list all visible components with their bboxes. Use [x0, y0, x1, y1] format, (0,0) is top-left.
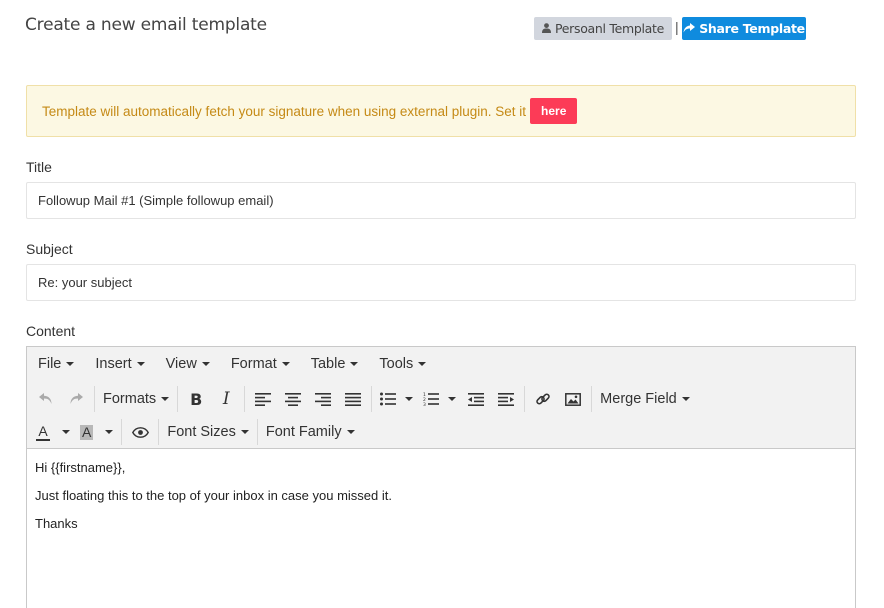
chevron-down-icon [201, 362, 210, 366]
personal-template-button[interactable]: Persoanl Template [534, 17, 672, 40]
share-template-button[interactable]: Share Template [682, 17, 806, 40]
toolbar-divider [371, 386, 373, 412]
personal-template-label: Persoanl Template [554, 21, 665, 36]
content-label: Content [26, 323, 76, 339]
text-color-label: A [38, 422, 48, 439]
editor-toolbar-row-2: A A Font Sizes Font Family [27, 416, 855, 449]
bullet-list-icon[interactable] [375, 384, 418, 414]
outdent-icon[interactable] [461, 384, 491, 414]
menu-file[interactable]: File [38, 356, 75, 372]
toolbar-divider [256, 419, 258, 445]
image-icon[interactable] [558, 384, 588, 414]
menu-table[interactable]: Table [311, 356, 359, 372]
menu-view[interactable]: View [166, 356, 210, 372]
align-left-icon[interactable] [248, 384, 278, 414]
numbered-list-icon[interactable]: 123 [418, 384, 461, 414]
undo-icon[interactable] [31, 384, 61, 414]
preview-eye-icon[interactable] [125, 417, 155, 447]
header-separator: | [675, 19, 679, 35]
content-signoff: Thanks [35, 516, 78, 531]
menu-tools[interactable]: Tools [379, 356, 427, 372]
background-color-button[interactable]: A [75, 417, 118, 447]
merge-field-dropdown[interactable]: Merge Field [595, 384, 695, 414]
toolbar-divider [524, 386, 526, 412]
text-color-swatch [36, 438, 50, 441]
chevron-down-icon [350, 362, 359, 366]
toolbar-divider [591, 386, 593, 412]
title-label: Title [26, 159, 52, 175]
editor-toolbar-row-1: Formats B I 123 Merge Field [27, 382, 855, 416]
editor-content-area[interactable]: Hi {{firstname}}, Just floating this to … [27, 449, 855, 557]
share-icon [683, 21, 696, 36]
redo-icon[interactable] [61, 384, 91, 414]
menu-insert[interactable]: Insert [95, 356, 145, 372]
chevron-down-icon [405, 397, 414, 401]
toolbar-divider [121, 419, 123, 445]
formats-dropdown[interactable]: Formats [98, 384, 174, 414]
chevron-down-icon [66, 362, 75, 366]
background-color-label: A [80, 423, 94, 440]
font-family-dropdown[interactable]: Font Family [261, 417, 360, 447]
toolbar-divider [158, 419, 160, 445]
subject-label: Subject [26, 241, 73, 257]
chevron-down-icon [62, 430, 70, 434]
editor-menubar: File Insert View Format Table Tools [27, 347, 855, 382]
menu-format[interactable]: Format [231, 356, 290, 372]
rich-text-editor: File Insert View Format Table Tools Form… [26, 346, 856, 608]
toolbar-divider [177, 386, 179, 412]
signature-alert: Template will automatically fetch your s… [26, 85, 856, 137]
chevron-down-icon [105, 430, 114, 434]
chevron-down-icon [418, 362, 427, 366]
set-signature-here-button[interactable]: here [530, 98, 578, 124]
toolbar-divider [244, 386, 246, 412]
link-icon[interactable] [528, 384, 558, 414]
font-sizes-dropdown[interactable]: Font Sizes [162, 417, 254, 447]
title-input[interactable]: Followup Mail #1 (Simple followup email) [26, 182, 856, 219]
text-color-button[interactable]: A [31, 417, 75, 447]
bold-button[interactable]: B [181, 384, 211, 414]
chevron-down-icon [448, 397, 457, 401]
toolbar-divider [94, 386, 95, 412]
italic-button[interactable]: I [211, 384, 241, 414]
indent-icon[interactable] [491, 384, 521, 414]
align-center-icon[interactable] [278, 384, 308, 414]
chevron-down-icon [281, 362, 290, 366]
subject-input[interactable]: Re: your subject [26, 264, 856, 301]
svg-text:3: 3 [423, 402, 426, 406]
share-template-label: Share Template [699, 21, 805, 36]
content-body-line: Just floating this to the top of your in… [35, 488, 392, 503]
alert-text: Template will automatically fetch your s… [42, 103, 527, 119]
content-greeting: Hi {{firstname}}, [35, 460, 126, 475]
align-right-icon[interactable] [308, 384, 338, 414]
chevron-down-icon [346, 430, 355, 434]
chevron-down-icon [136, 362, 145, 366]
page-title: Create a new email template [25, 15, 267, 35]
align-justify-icon[interactable] [338, 384, 368, 414]
chevron-down-icon [681, 397, 690, 401]
chevron-down-icon [161, 397, 170, 401]
chevron-down-icon [240, 430, 249, 434]
user-icon [541, 21, 551, 36]
